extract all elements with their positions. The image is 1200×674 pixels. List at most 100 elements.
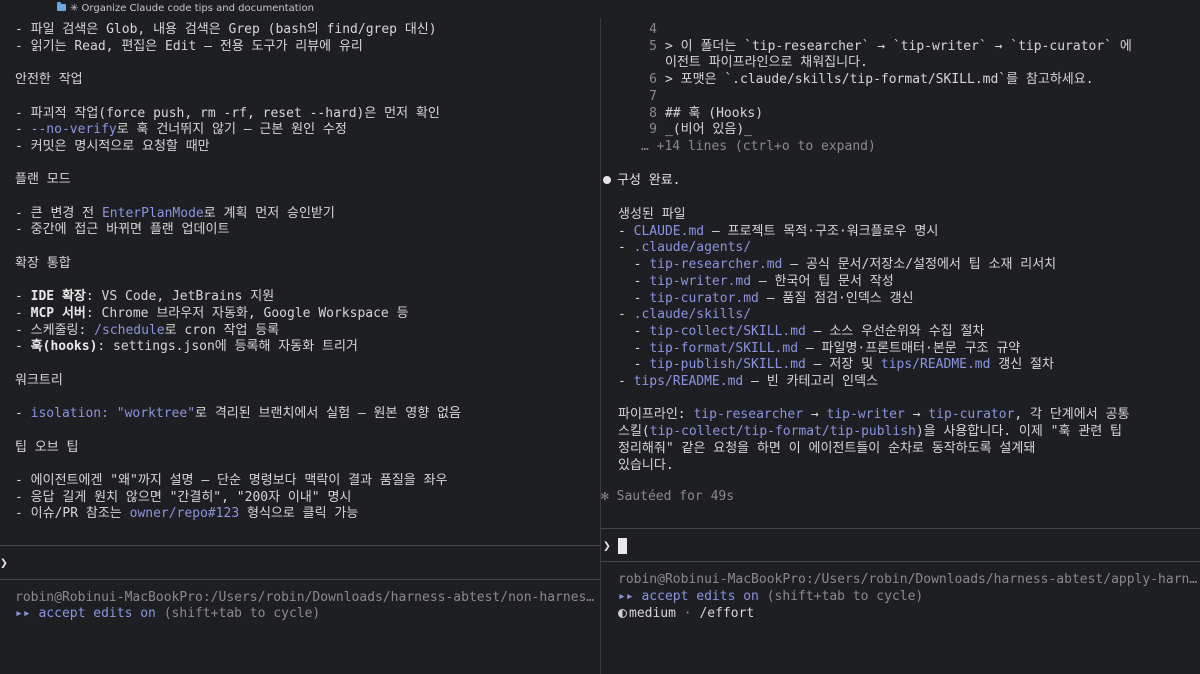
right-text: - xyxy=(618,307,634,323)
file-line: 이전트 파이프라인으로 채워집니다. xyxy=(641,54,868,71)
left-line: - --no-verify로 훅 건너뛰지 않기 — 근본 원인 수정 xyxy=(15,121,347,138)
left-line: 팁 오브 팁 xyxy=(15,439,79,456)
left-terminal-pane[interactable]: - 파일 검색은 Glob, 내용 검색은 Grep (bash의 find/g… xyxy=(0,18,600,674)
left-line: - 중간에 접근 바뀌면 플랜 업데이트 xyxy=(15,221,229,238)
file-line: 6 > 포맷은 `.claude/skills/tip-format/SKILL.… xyxy=(641,71,1093,88)
done-message-line: 구성 완료. xyxy=(603,172,681,189)
right-terminal-pane[interactable]: 4 5 > 이 폴더는 `tip-researcher` → `tip-writer… xyxy=(601,18,1200,674)
line-number: 7 xyxy=(649,88,657,104)
file-line: 7 xyxy=(641,88,665,105)
left-prompt-input[interactable] xyxy=(14,555,584,572)
right-line: - tip-collect/SKILL.md — 소스 우선순위와 수집 절차 xyxy=(618,323,985,340)
left-text: - xyxy=(15,406,31,422)
right-text: — 소스 우선순위와 수집 절차 xyxy=(805,323,985,339)
right-text: CLAUDE.md xyxy=(633,223,705,239)
left-text: - 스케줄링: xyxy=(15,322,95,338)
file-line: 4 xyxy=(641,21,665,38)
left-line: - 에이전트에겐 "왜"까지 설명 — 단순 명령보다 맥락이 결과 품질을 좌… xyxy=(15,472,448,489)
effort-separator: · xyxy=(683,606,692,621)
left-line: 확장 통합 xyxy=(15,255,71,272)
left-text: 훅(hooks) xyxy=(30,339,98,355)
left-text: - 읽기는 Read, 편집은 Edit — 전용 도구가 리뷰에 유리 xyxy=(15,38,363,54)
accept-edits-label: accept edits on xyxy=(38,606,156,621)
accept-edits-hint: (shift+tab to cycle) xyxy=(163,606,321,621)
right-text: tip-writer.md xyxy=(649,273,752,289)
window-title: ✳ Organize Claude code tips and document… xyxy=(70,3,314,14)
left-text: : VS Code, JetBrains 지원 xyxy=(85,289,275,305)
right-text: — 한국어 팁 문서 작성 xyxy=(751,273,894,289)
line-number: 6 xyxy=(649,72,657,88)
left-line: - 이슈/PR 참조는 owner/repo#123 형식으로 클릭 가능 xyxy=(15,505,358,522)
expand-hint[interactable]: … +14 lines (ctrl+o to expand) xyxy=(641,138,876,155)
right-line: - .claude/skills/ xyxy=(618,306,751,323)
left-line: 안전한 작업 xyxy=(15,71,83,88)
left-text: MCP 서버 xyxy=(30,305,86,321)
left-line: - 읽기는 Read, 편집은 Edit — 전용 도구가 리뷰에 유리 xyxy=(15,38,363,55)
right-text: - xyxy=(618,340,650,356)
right-line: 정리해줘" 같은 요청을 하면 이 에이전트들이 순차로 동작하도록 설계돼 xyxy=(618,440,1035,457)
done-message: 구성 완료. xyxy=(617,173,681,188)
line-content: ## 훅 (Hooks) xyxy=(665,105,764,121)
accept-edits-hint: (shift+tab to cycle) xyxy=(766,589,924,604)
line-content: 이전트 파이프라인으로 채워집니다. xyxy=(665,55,868,71)
left-line: - 응답 길게 원치 않으면 "간결히", "200자 이내" 명시 xyxy=(15,489,351,506)
left-text: isolation: "worktree" xyxy=(30,406,196,422)
left-text: 워크트리 xyxy=(15,372,63,388)
effort-indicator[interactable]: medium · /effort xyxy=(618,605,754,622)
right-line: 파이프라인: tip-researcher → tip-writer → tip… xyxy=(618,406,1129,423)
right-accept-edits[interactable]: ▸▸ accept edits on (shift+tab to cycle) xyxy=(618,588,923,605)
left-line: 워크트리 xyxy=(15,372,63,389)
right-text: — 공식 문서/저장소/설정에서 팁 소재 리서치 xyxy=(782,257,1057,273)
left-text: - 큰 변경 전 xyxy=(15,205,102,221)
right-text: tips/README.md xyxy=(633,374,744,389)
left-line: - MCP 서버: Chrome 브라우저 자동화, Google Worksp… xyxy=(15,305,409,322)
right-line: 있습니다. xyxy=(618,457,674,474)
right-text: - xyxy=(618,273,650,289)
accept-edits-label: accept edits on xyxy=(641,589,759,604)
right-text: tip-format/SKILL.md xyxy=(649,340,799,356)
right-text: 생성된 파일 xyxy=(618,207,686,222)
right-text: — 프로젝트 목적·구조·워크플로우 명시 xyxy=(704,223,939,239)
left-text: - xyxy=(15,339,31,355)
right-text: - xyxy=(618,357,650,373)
right-line: 스킬(tip-collect/tip-format/tip-publish)을 … xyxy=(618,423,1122,440)
left-text: - 에이전트에겐 "왜"까지 설명 — 단순 명령보다 맥락이 결과 품질을 좌… xyxy=(15,472,448,488)
left-accept-edits[interactable]: ▸▸ accept edits on (shift+tab to cycle) xyxy=(15,605,320,622)
right-text: - xyxy=(618,290,650,306)
right-line: - tip-format/SKILL.md — 파일명·프론트매터·본문 구조 … xyxy=(618,340,1021,357)
right-text: - xyxy=(618,323,650,339)
left-text: - xyxy=(15,289,31,305)
left-line: - 큰 변경 전 EnterPlanMode로 계획 먼저 승인받기 xyxy=(15,205,335,222)
right-text: - xyxy=(618,257,650,273)
window-titlebar: ✳ Organize Claude code tips and document… xyxy=(0,0,1200,18)
left-line: - IDE 확장: VS Code, JetBrains 지원 xyxy=(15,288,274,305)
right-text: tip-researcher.md xyxy=(649,257,783,273)
right-text: 갱신 절차 xyxy=(990,357,1054,373)
left-text: - 파괴적 작업(force push, rm -rf, reset --har… xyxy=(15,105,440,121)
left-text: 로 훅 건너뛰지 않기 — 근본 원인 수정 xyxy=(116,122,347,138)
right-prompt-input[interactable] xyxy=(615,537,1185,555)
left-text: owner/repo#123 xyxy=(129,506,240,522)
right-text: .claude/skills/ xyxy=(633,307,752,323)
right-text: - xyxy=(618,240,634,256)
right-text: tip-curator.md xyxy=(649,290,759,306)
left-text: /schedule xyxy=(94,322,165,338)
left-text: --no-verify xyxy=(30,122,117,138)
left-prompt-symbol: ❯ xyxy=(0,556,8,571)
fast-forward-icon: ▸▸ xyxy=(15,606,31,621)
line-content: > 이 폴더는 `tip-researcher` → `tip-writer` … xyxy=(665,38,1132,54)
left-line: - 파일 검색은 Glob, 내용 검색은 Grep (bash의 find/g… xyxy=(15,21,437,38)
folder-icon xyxy=(57,2,66,11)
right-line: - tip-researcher.md — 공식 문서/저장소/설정에서 팁 소… xyxy=(618,256,1057,273)
right-text: → xyxy=(803,407,827,423)
effort-level: medium xyxy=(629,606,676,621)
right-text: - xyxy=(618,223,634,239)
left-text: : settings.json에 등록해 자동화 트리거 xyxy=(97,339,358,355)
left-text: - 커밋은 명시적으로 요청할 때만 xyxy=(15,138,210,154)
left-text: 로 계획 먼저 승인받기 xyxy=(203,205,335,221)
left-status-path: robin@Robinui-MacBookPro:/Users/robin/Do… xyxy=(15,590,595,605)
left-text: IDE 확장 xyxy=(30,289,86,305)
effort-command: /effort xyxy=(699,606,755,621)
right-text: 정리해줘" 같은 요청을 하면 이 에이전트들이 순차로 동작하도록 설계돼 xyxy=(618,440,1036,456)
right-line: - tips/README.md — 빈 카테고리 인덱스 xyxy=(618,373,878,390)
